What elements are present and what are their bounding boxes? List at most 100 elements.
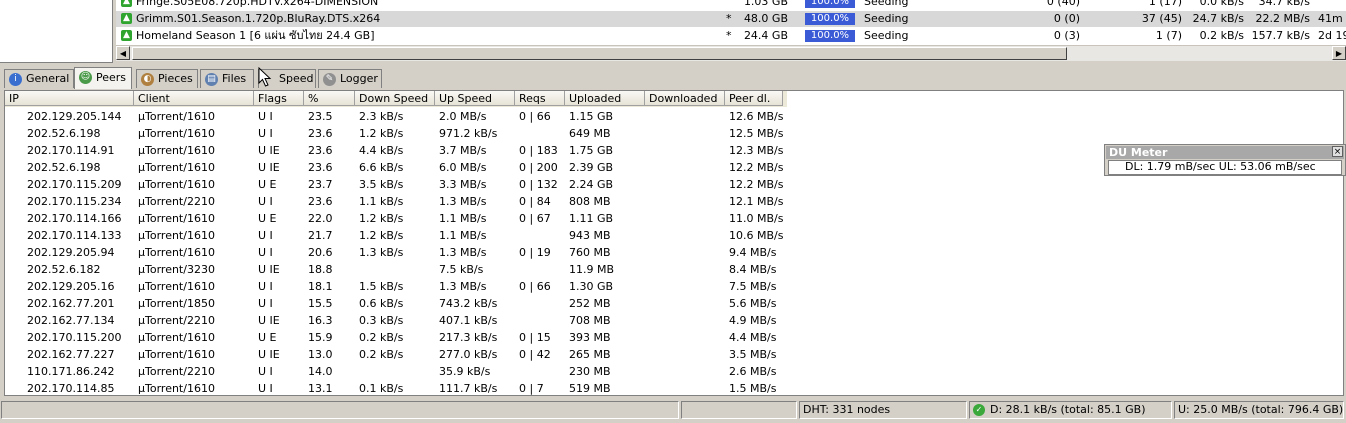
peer-reqs: 0 | 66 xyxy=(519,280,551,293)
table-row[interactable]: 202.52.6.182 µTorrent/3230 U IE 18.8 7.5 kB/… xyxy=(5,261,787,278)
column-header[interactable]: Flags xyxy=(254,91,304,106)
peer-up-speed: 407.1 kB/s xyxy=(439,314,498,327)
peer-client: µTorrent/1610 xyxy=(138,348,215,361)
table-row[interactable]: 202.170.114.91 µTorrent/1610 U IE 23.6 4.4 k… xyxy=(5,142,787,159)
files-icon: ▤ xyxy=(205,73,218,86)
column-header[interactable]: IP xyxy=(5,91,134,106)
table-row[interactable]: 202.170.115.234 µTorrent/2210 U I 23.6 1.1 k… xyxy=(5,193,787,210)
torrent-progress-bar: 100.0% xyxy=(805,30,855,42)
scrollbar-thumb[interactable] xyxy=(132,47,1067,60)
peer-ip: 202.129.205.144 xyxy=(27,110,122,123)
table-row[interactable]: 202.162.77.201 µTorrent/1850 U I 15.5 0.6 kB… xyxy=(5,295,787,312)
column-header[interactable]: % xyxy=(304,91,355,106)
table-row[interactable]: 202.129.205.94 µTorrent/1610 U I 20.6 1.3 kB… xyxy=(5,244,787,261)
peer-dl-speed: 12.6 MB/s xyxy=(729,110,784,123)
column-header[interactable]: Client xyxy=(134,91,254,106)
table-row[interactable]: 202.162.77.227 µTorrent/1610 U IE 13.0 0.2 k… xyxy=(5,346,787,363)
peer-flags: U I xyxy=(258,382,273,395)
column-header[interactable]: Downloaded xyxy=(645,91,725,106)
torrent-list-scrollbar[interactable]: ◀ ▶ xyxy=(116,45,1346,61)
dht-status: DHT: 331 nodes xyxy=(799,401,967,419)
table-row[interactable]: 202.170.114.133 µTorrent/1610 U I 21.7 1.2 k… xyxy=(5,227,787,244)
column-header[interactable]: Peer dl. xyxy=(725,91,783,106)
peers-icon: ☺ xyxy=(79,71,92,84)
torrent-status: Seeding xyxy=(864,29,909,42)
scroll-right-button[interactable]: ▶ xyxy=(1332,46,1346,60)
table-row[interactable]: 110.171.86.242 µTorrent/2210 U I 14.0 35.9 k… xyxy=(5,363,787,380)
table-row[interactable]: 202.170.115.200 µTorrent/1610 U E 15.9 0.2 k… xyxy=(5,329,787,346)
status-bar: DHT: 331 nodes ✓ D: 28.1 kB/s (total: 85… xyxy=(0,400,1346,423)
status-section-empty xyxy=(1,401,679,419)
table-row[interactable]: 202.129.205.144 µTorrent/1610 U I 23.5 2.3 k… xyxy=(5,108,787,125)
table-row[interactable]: 202.162.77.134 µTorrent/2210 U IE 16.3 0.3 k… xyxy=(5,312,787,329)
table-row[interactable]: 202.170.114.85 µTorrent/1610 U I 13.1 0.1 kB… xyxy=(5,380,787,395)
peer-flags: U E xyxy=(258,178,277,191)
seeding-arrow-icon: ▲ xyxy=(121,30,132,41)
peer-client: µTorrent/1850 xyxy=(138,297,215,310)
peer-flags: U IE xyxy=(258,348,280,361)
torrent-row[interactable]: ▲ Homeland Season 1 [6 แผ่น ซับไทย 24.4 G… xyxy=(116,28,1346,44)
torrent-name: Grimm.S01.Season.1.720p.BluRay.DTS.x264 xyxy=(136,12,381,25)
download-status[interactable]: ✓ D: 28.1 kB/s (total: 85.1 GB) xyxy=(969,401,1172,419)
peer-dl-speed: 1.5 MB/s xyxy=(729,382,777,395)
peer-up-speed: 1.3 MB/s xyxy=(439,246,487,259)
peer-down-speed: 6.6 kB/s xyxy=(359,161,404,174)
tab-pieces[interactable]: ◐ Pieces xyxy=(136,69,198,88)
peer-percent: 15.9 xyxy=(308,331,333,344)
peer-flags: U I xyxy=(258,110,273,123)
download-status-text: D: 28.1 kB/s (total: 85.1 GB) xyxy=(990,403,1146,416)
category-panel[interactable] xyxy=(0,0,113,63)
table-row[interactable]: 202.129.205.16 µTorrent/1610 U I 18.1 1.5 kB… xyxy=(5,278,787,295)
tab-general[interactable]: i General xyxy=(4,69,74,88)
column-header[interactable]: Uploaded xyxy=(565,91,645,106)
peer-client: µTorrent/2210 xyxy=(138,195,215,208)
torrent-row[interactable]: ▲ Grimm.S01.Season.1.720p.BluRay.DTS.x264… xyxy=(116,11,1346,27)
peer-uploaded: 760 MB xyxy=(569,246,611,259)
column-header[interactable]: Down Speed xyxy=(355,91,435,106)
peer-reqs: 0 | 66 xyxy=(519,110,551,123)
peer-reqs: 0 | 67 xyxy=(519,212,551,225)
torrent-list[interactable]: ▲ Fringe.S05E08.720p.HDTV.x264-DIMENSION 1… xyxy=(116,0,1346,45)
tab-files[interactable]: ▤ Files xyxy=(200,69,254,88)
peer-uploaded: 649 MB xyxy=(569,127,611,140)
torrent-size: 1.03 GB xyxy=(743,0,788,8)
peer-flags: U I xyxy=(258,297,273,310)
peer-up-speed: 1.1 MB/s xyxy=(439,212,487,225)
peer-ip: 202.129.205.94 xyxy=(27,246,115,259)
table-row[interactable]: 202.52.6.198 µTorrent/1610 U IE 23.6 6.6 kB/… xyxy=(5,159,787,176)
peer-ip: 202.129.205.16 xyxy=(27,280,115,293)
scroll-left-button[interactable]: ◀ xyxy=(116,46,130,60)
peer-uploaded: 708 MB xyxy=(569,314,611,327)
peer-percent: 15.5 xyxy=(308,297,333,310)
upload-status[interactable]: U: 25.0 MB/s (total: 796.4 GB) xyxy=(1174,401,1344,419)
peers-table[interactable]: IP Client Flags% Down Speed Up Speed Reqs Uplo… xyxy=(4,90,1344,396)
peer-percent: 23.6 xyxy=(308,127,333,140)
torrent-seeds: 0 (3) xyxy=(1053,29,1080,42)
torrent-size: 24.4 GB xyxy=(743,29,788,42)
peer-down-speed: 1.2 kB/s xyxy=(359,229,404,242)
du-meter-widget[interactable]: DU Meter × DL: 1.79 mB/sec UL: 53.06 mB/… xyxy=(1104,144,1346,176)
peer-dl-speed: 3.5 MB/s xyxy=(729,348,777,361)
peer-dl-speed: 12.2 MB/s xyxy=(729,161,784,174)
peer-flags: U I xyxy=(258,280,273,293)
peer-reqs: 0 | 200 xyxy=(519,161,558,174)
torrent-seeds: 0 (0) xyxy=(1053,12,1080,25)
table-row[interactable]: 202.170.114.166 µTorrent/1610 U E 22.0 1.2 k… xyxy=(5,210,787,227)
peer-percent: 23.6 xyxy=(308,161,333,174)
tab-logger[interactable]: ✎ Logger xyxy=(318,69,382,88)
torrent-up-speed: 157.7 kB/s xyxy=(1251,29,1310,42)
peer-uploaded: 265 MB xyxy=(569,348,611,361)
du-meter-title[interactable]: DU Meter xyxy=(1106,146,1344,159)
column-header[interactable]: Reqs xyxy=(515,91,565,106)
detail-tabs: i General ☺ Peers ◐ Pieces ▤ Files Speed ✎ Logger xyxy=(0,67,1346,89)
table-row[interactable]: 202.52.6.198 µTorrent/1610 U I 23.6 1.2 kB/s… xyxy=(5,125,787,142)
peer-ip: 202.162.77.201 xyxy=(27,297,115,310)
peer-uploaded: 1.11 GB xyxy=(569,212,614,225)
peer-uploaded: 943 MB xyxy=(569,229,611,242)
torrent-row[interactable]: ▲ Fringe.S05E08.720p.HDTV.x264-DIMENSION 1… xyxy=(116,0,1346,10)
close-icon[interactable]: × xyxy=(1332,146,1343,157)
tab-peers[interactable]: ☺ Peers xyxy=(74,67,132,89)
peer-dl-speed: 12.5 MB/s xyxy=(729,127,784,140)
column-header[interactable]: Up Speed xyxy=(435,91,515,106)
table-row[interactable]: 202.170.115.209 µTorrent/1610 U E 23.7 3.5 k… xyxy=(5,176,787,193)
